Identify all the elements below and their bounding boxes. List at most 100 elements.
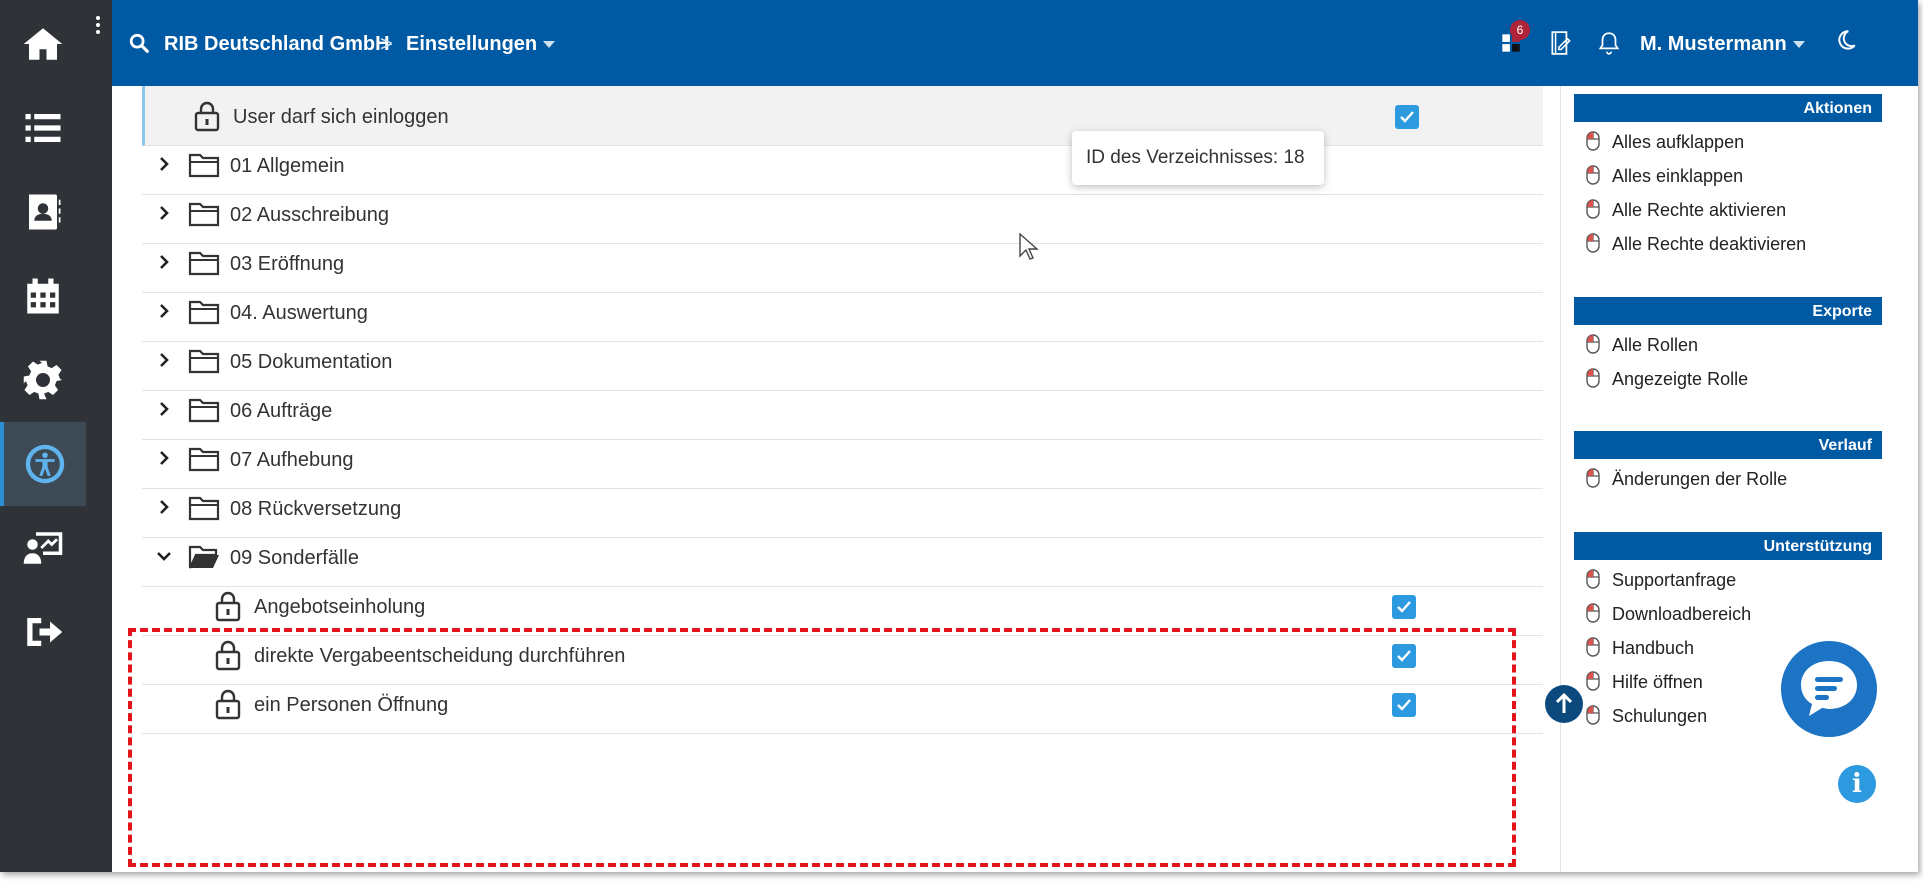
- sidebar-action-label: Schulungen: [1612, 706, 1708, 726]
- breadcrumb-separator: >: [380, 31, 393, 56]
- chat-button[interactable]: [1781, 641, 1877, 737]
- sidebar-action-link[interactable]: Alles einklappen: [1574, 156, 1882, 190]
- bell-icon[interactable]: [1596, 30, 1622, 56]
- home-icon: [23, 28, 63, 60]
- info-icon[interactable]: i: [1838, 765, 1876, 803]
- sidebar-action-label: Handbuch: [1612, 638, 1695, 658]
- permission-row[interactable]: ein Personen Öffnung: [142, 674, 1543, 734]
- accessibility-icon: [25, 444, 65, 484]
- chevron-right-icon[interactable]: [154, 497, 174, 517]
- permission-label: User darf sich einloggen: [233, 106, 449, 128]
- more-menu-icon[interactable]: [94, 16, 102, 36]
- chevron-right-icon[interactable]: [154, 399, 174, 419]
- permissions-tree: User darf sich einloggen 01 Allgemein 02 …: [112, 86, 1543, 872]
- user-name: M. Mustermann: [1640, 33, 1787, 55]
- permission-checkbox[interactable]: [1395, 105, 1419, 129]
- mouse-icon: [1586, 468, 1600, 488]
- sidebar-action-link[interactable]: Alle Rechte deaktivieren: [1574, 224, 1882, 258]
- nav-contacts[interactable]: [0, 170, 86, 254]
- sidebar-action-label: Alle Rollen: [1612, 335, 1699, 355]
- chevron-right-icon[interactable]: [154, 448, 174, 468]
- sidebar-action-link[interactable]: Alles aufklappen: [1574, 122, 1882, 156]
- chevron-right-icon[interactable]: [154, 154, 174, 174]
- nav-accessibility[interactable]: [0, 422, 86, 506]
- sidebar-action-label: Alles aufklappen: [1612, 132, 1745, 152]
- chevron-right-icon[interactable]: [154, 252, 174, 272]
- mouse-cursor-icon: [1019, 232, 1039, 260]
- folder-icon: [188, 251, 220, 276]
- nav-logout[interactable]: [0, 590, 86, 674]
- lock-icon: [215, 591, 241, 622]
- folder-label: 04. Auswertung: [230, 302, 368, 324]
- sidebar-divider: [1560, 86, 1561, 872]
- folder-icon: [188, 202, 220, 227]
- folder-label: 09 Sonderfälle: [230, 547, 359, 569]
- calendar-icon: [27, 278, 59, 314]
- panel-title: Unterstützung: [1574, 532, 1882, 560]
- permission-checkbox[interactable]: [1392, 595, 1416, 619]
- permission-label: direkte Vergabeentscheidung durchführen: [254, 645, 626, 667]
- folder-icon: [188, 447, 220, 472]
- folder-icon: [188, 349, 220, 374]
- notification-count-badge: 6: [1510, 20, 1530, 40]
- chevron-down-icon[interactable]: [154, 546, 174, 566]
- mouse-icon: [1586, 165, 1600, 185]
- panel-exporte: Exporte Alle Rollen Angezeigte Rolle: [1574, 297, 1882, 393]
- mouse-icon: [1586, 368, 1600, 388]
- sidebar-action-label: Hilfe öffnen: [1612, 672, 1703, 692]
- folder-open-icon: [188, 545, 219, 569]
- chevron-right-icon[interactable]: [154, 301, 174, 321]
- chevron-right-icon[interactable]: [154, 350, 174, 370]
- panel-verlauf: Verlauf Änderungen der Rolle: [1574, 431, 1882, 493]
- chevron-right-icon[interactable]: [154, 203, 174, 223]
- scroll-to-top-button[interactable]: [1545, 685, 1583, 723]
- app-window: RIB Deutschland GmbH > Einstellungen 6 M…: [0, 0, 1918, 872]
- mouse-icon: [1586, 334, 1600, 354]
- sidebar-action-link[interactable]: Änderungen der Rolle: [1574, 459, 1882, 493]
- mouse-icon: [1586, 603, 1600, 623]
- folder-icon: [188, 300, 220, 325]
- user-menu[interactable]: M. Mustermann: [1640, 33, 1805, 56]
- list-icon: [25, 114, 61, 142]
- panel-title: Verlauf: [1574, 431, 1882, 459]
- folder-label: 05 Dokumentation: [230, 351, 393, 373]
- nav-presentation[interactable]: [0, 506, 86, 590]
- search-icon[interactable]: [128, 32, 150, 54]
- breadcrumb-section-label: Einstellungen: [406, 33, 538, 55]
- mouse-icon: [1586, 199, 1600, 219]
- directory-id-tooltip: ID des Verzeichnisses: 18: [1072, 131, 1324, 185]
- folder-label: 07 Aufhebung: [230, 449, 354, 471]
- lock-icon: [194, 101, 220, 132]
- sidebar-action-link[interactable]: Downloadbereich: [1574, 594, 1882, 628]
- permission-checkbox[interactable]: [1392, 644, 1416, 668]
- sidebar-action-label: Angezeigte Rolle: [1612, 369, 1749, 389]
- folder-icon: [188, 398, 220, 423]
- folder-label: 02 Ausschreibung: [230, 204, 390, 226]
- nav-settings[interactable]: [0, 338, 86, 422]
- sidebar-action-link[interactable]: Alle Rechte aktivieren: [1574, 190, 1882, 224]
- folder-icon: [188, 153, 220, 178]
- sidebar-action-link[interactable]: Angezeigte Rolle: [1574, 359, 1882, 393]
- mouse-icon: [1586, 705, 1600, 725]
- folder-label: 06 Aufträge: [230, 400, 333, 422]
- permission-checkbox[interactable]: [1392, 693, 1416, 717]
- folder-label: 03 Eröffnung: [230, 253, 345, 275]
- settings-icon: [23, 360, 63, 400]
- breadcrumb-section[interactable]: Einstellungen: [406, 33, 556, 56]
- sidebar-action-label: Downloadbereich: [1612, 604, 1752, 624]
- nav-list[interactable]: [0, 86, 86, 170]
- nav-calendar[interactable]: [0, 254, 86, 338]
- folder-label: 08 Rückversetzung: [230, 498, 402, 520]
- nav-home[interactable]: [0, 2, 86, 86]
- sidebar-action-link[interactable]: Alle Rollen: [1574, 325, 1882, 359]
- permission-label: ein Personen Öffnung: [254, 694, 449, 716]
- sidebar-action-link[interactable]: Supportanfrage: [1574, 560, 1882, 594]
- panel-title: Aktionen: [1574, 94, 1882, 122]
- breadcrumb-company[interactable]: RIB Deutschland GmbH: [164, 33, 390, 56]
- lock-icon: [215, 640, 241, 671]
- notebook-edit-icon[interactable]: [1548, 30, 1574, 56]
- dark-mode-moon-icon[interactable]: [1832, 28, 1858, 54]
- mouse-icon: [1586, 233, 1600, 253]
- nav-gutter: [86, 0, 112, 872]
- sidebar-action-label: Supportanfrage: [1612, 570, 1737, 590]
